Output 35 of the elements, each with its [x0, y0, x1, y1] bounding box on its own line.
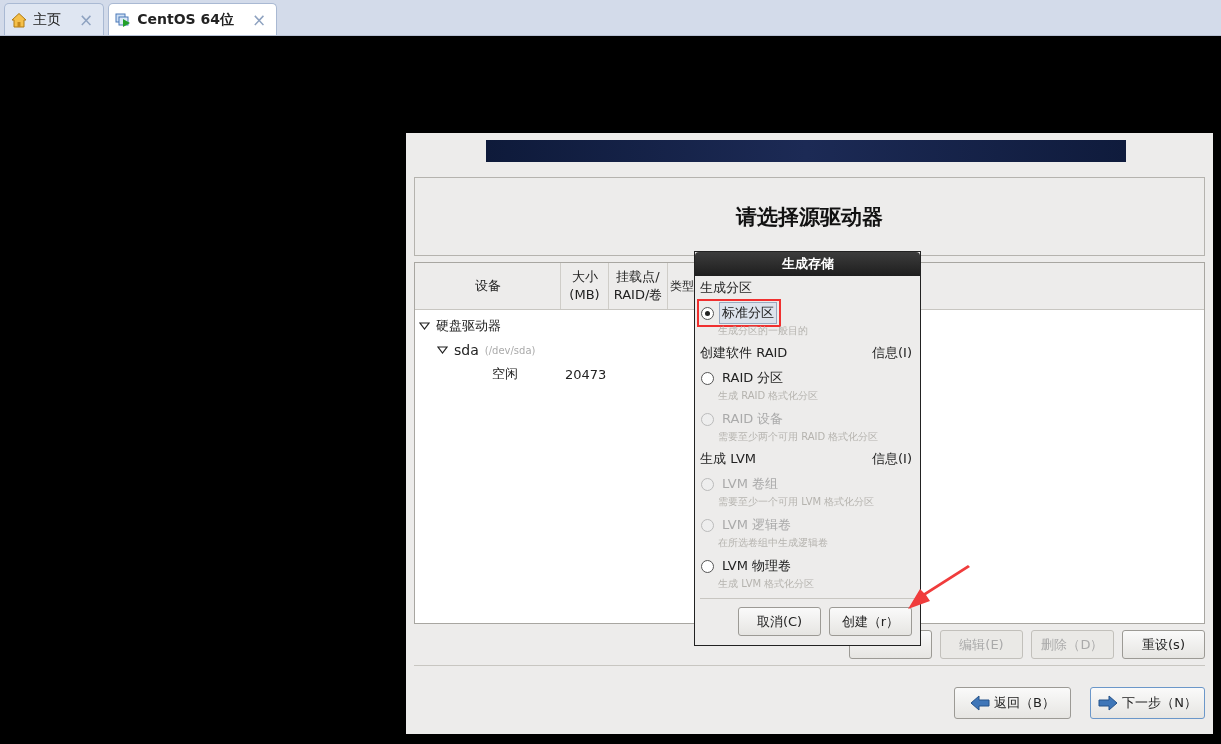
device-name[interactable]: 硬盘驱动器: [436, 317, 501, 335]
virtual-machine-icon: [115, 11, 132, 28]
page-title: 请选择源驱动器: [736, 203, 883, 231]
device-name[interactable]: 空闲: [492, 365, 518, 383]
dialog-button[interactable]: 创建（r）: [829, 607, 912, 636]
option-label[interactable]: RAID 分区: [719, 367, 787, 389]
info-link[interactable]: 信息(I): [872, 450, 912, 468]
action-button[interactable]: 重设(s): [1122, 630, 1205, 659]
section-heading: 生成 LVM: [700, 450, 757, 468]
info-link[interactable]: 信息(I): [872, 344, 912, 362]
section-heading: 创建软件 RAID: [700, 344, 788, 362]
option-label[interactable]: LVM 物理卷: [719, 555, 795, 577]
device-name[interactable]: sda: [454, 342, 479, 358]
house-icon: [11, 11, 27, 28]
section-heading: 生成分区: [700, 279, 752, 297]
back-button[interactable]: 返回（B）: [954, 687, 1071, 719]
column-header[interactable]: 大小 (MB): [561, 263, 609, 309]
dialog-button[interactable]: 取消(C): [738, 607, 821, 636]
next-button[interactable]: 下一步（N）: [1090, 687, 1205, 719]
size-cell: 20473: [565, 366, 607, 382]
dialog-title: 生成存储: [695, 252, 920, 276]
left-arrow-icon: [970, 695, 991, 711]
right-arrow-icon: [1098, 695, 1119, 711]
annotation-arrow: [906, 565, 972, 611]
tab[interactable]: CentOS 64位 ×: [108, 3, 278, 35]
tab[interactable]: 主页 ×: [4, 3, 105, 35]
radio-button[interactable]: [701, 306, 714, 320]
device-path: (/dev/sda): [484, 344, 536, 356]
column-header[interactable]: 挂载点/ RAID/卷: [609, 263, 668, 309]
expander-icon[interactable]: [437, 346, 448, 354]
column-header[interactable]: 设备: [415, 263, 561, 309]
option-label[interactable]: 标准分区: [719, 302, 777, 324]
radio-button[interactable]: [701, 371, 714, 385]
expander-icon[interactable]: [419, 322, 430, 330]
radio-button[interactable]: [701, 559, 714, 573]
